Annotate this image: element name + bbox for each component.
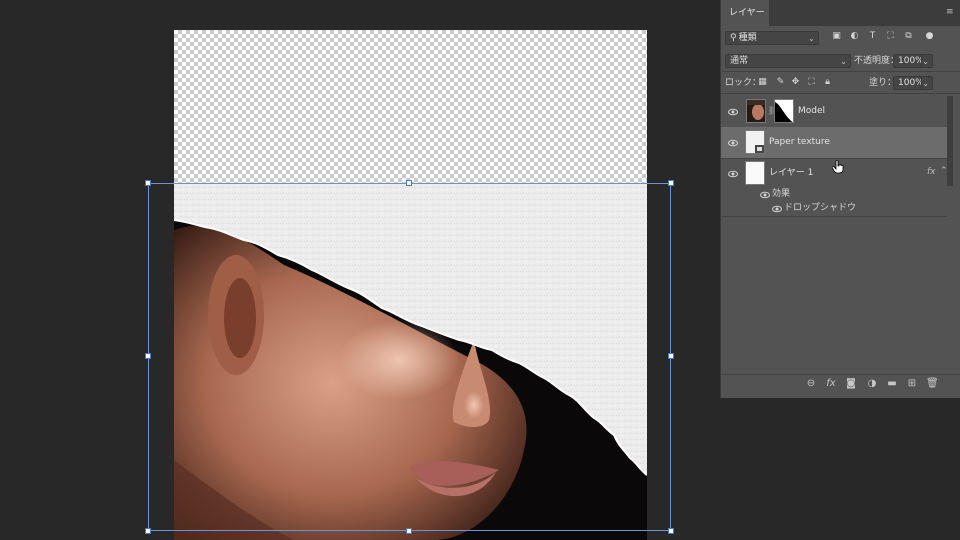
panel-tab-bar: レイヤー ≡: [721, 0, 960, 26]
hand-cursor-icon: [832, 160, 844, 174]
lock-position-icon[interactable]: ✥: [790, 77, 801, 88]
fx-icon[interactable]: fx: [825, 378, 837, 390]
filter-row: ⚲ 種類 ⌄ ▣ ◐ T ⛶ ⧉ ●: [721, 31, 960, 45]
lock-transparent-pixels-icon[interactable]: ▦: [757, 77, 768, 88]
effects-label: 効果: [772, 189, 791, 199]
link-icon[interactable]: ⊖: [805, 378, 817, 390]
fill-label: 塗り：: [869, 78, 897, 88]
transform-handle-top-right[interactable]: [668, 180, 674, 186]
group-folder-icon[interactable]: ▬: [886, 378, 898, 390]
chevron-down-icon: ⌄: [840, 57, 847, 66]
visibility-eye-icon[interactable]: [760, 190, 770, 200]
layers-panel: レイヤー ≡ ⚲ 種類 ⌄ ▣ ◐ T ⛶ ⧉ ● 通常 ⌄ 不透明度： 100%…: [720, 0, 960, 398]
filter-value: 種類: [738, 33, 757, 43]
effects-row[interactable]: 効果: [721, 188, 960, 201]
filter-smart-object-icon[interactable]: ⧉: [903, 31, 914, 42]
filter-toggle-icon[interactable]: ●: [924, 31, 935, 42]
transform-handle-bottom-center[interactable]: [406, 528, 412, 534]
visibility-eye-icon[interactable]: [728, 138, 738, 148]
panel-scrollbar[interactable]: [947, 96, 953, 186]
transform-handle-top-center[interactable]: [406, 180, 412, 186]
blend-mode-select[interactable]: 通常 ⌄: [725, 54, 851, 68]
filter-adjustment-icon[interactable]: ◐: [849, 31, 860, 42]
fill-value: 100%: [898, 78, 924, 88]
tab-layers[interactable]: レイヤー: [721, 0, 769, 26]
chevron-down-icon: ⌄: [922, 57, 929, 66]
divider: [721, 216, 947, 217]
lock-artboard-icon[interactable]: ⛶: [806, 77, 817, 88]
divider: [721, 71, 960, 72]
layer-row-paper-texture[interactable]: Paper texture: [721, 127, 947, 158]
effect-item-label: ドロップシャドウ: [784, 203, 857, 213]
effect-item-drop-shadow[interactable]: ドロップシャドウ: [721, 202, 960, 215]
layer-name[interactable]: Model: [798, 105, 825, 117]
search-icon: ⚲: [730, 33, 737, 43]
fx-badge-icon[interactable]: fx: [927, 167, 936, 177]
lock-image-pixels-icon[interactable]: ✎: [775, 77, 786, 88]
panel-footer: ⊖ fx ◙ ◑ ▬ ⊞ 🗑︎: [721, 374, 960, 393]
opacity-dropdown[interactable]: ⌄: [921, 54, 933, 68]
fill-dropdown[interactable]: ⌄: [921, 76, 933, 90]
transform-handle-bottom-left[interactable]: [145, 528, 151, 534]
visibility-eye-icon[interactable]: [772, 204, 782, 214]
layer-row-model[interactable]: ⛓ Model: [721, 96, 947, 127]
layer-name[interactable]: Paper texture: [769, 136, 830, 148]
visibility-eye-icon[interactable]: [728, 169, 738, 179]
trash-icon[interactable]: 🗑︎: [926, 378, 939, 390]
filter-pixel-icon[interactable]: ▣: [831, 31, 842, 42]
transform-handle-bottom-right[interactable]: [668, 528, 674, 534]
lock-row: ロック： ▦ ✎ ✥ ⛶ 🔒︎ 塗り： 100% ⌄: [721, 76, 960, 90]
layer-mask-thumbnail[interactable]: [774, 99, 794, 123]
mask-icon[interactable]: ◙: [845, 378, 857, 390]
layer-name[interactable]: レイヤー 1: [769, 167, 813, 179]
blend-mode-value: 通常: [730, 56, 749, 66]
transform-handle-middle-right[interactable]: [668, 353, 674, 359]
transform-handle-middle-left[interactable]: [145, 353, 151, 359]
chevron-down-icon: ⌄: [922, 79, 929, 88]
divider: [721, 93, 960, 94]
layer-thumbnail: [746, 99, 766, 123]
transform-bounding-box[interactable]: [148, 183, 671, 531]
layer-thumbnail: [745, 130, 765, 154]
layer-thumbnail: [745, 161, 765, 185]
filter-shape-icon[interactable]: ⛶: [885, 31, 896, 42]
blend-row: 通常 ⌄ 不透明度： 100% ⌄: [721, 54, 960, 68]
panel-menu-icon[interactable]: ≡: [946, 8, 954, 17]
visibility-eye-icon[interactable]: [728, 107, 738, 117]
lock-all-icon[interactable]: 🔒︎: [822, 77, 833, 88]
adjustment-icon[interactable]: ◑: [866, 378, 878, 390]
lock-label: ロック：: [725, 78, 762, 88]
filter-type-icon[interactable]: T: [867, 31, 878, 42]
new-layer-icon[interactable]: ⊞: [906, 378, 918, 390]
layer-filter-select[interactable]: ⚲ 種類 ⌄: [725, 31, 819, 45]
transform-handle-top-left[interactable]: [145, 180, 151, 186]
chevron-down-icon: ⌄: [808, 34, 815, 43]
opacity-value: 100%: [898, 56, 924, 66]
